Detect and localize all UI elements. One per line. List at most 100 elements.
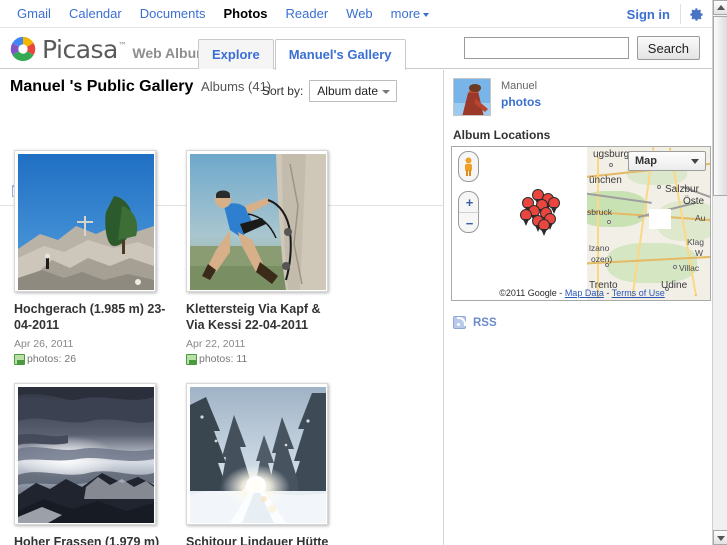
- map-attribution-copyright: ©2011 Google -: [499, 288, 565, 298]
- map-marker-tip: [541, 229, 547, 236]
- chevron-up-icon: [717, 5, 725, 10]
- album-grid: Hochgerach (1.985 m) 23-04-2011 Apr 26, 2…: [14, 150, 434, 545]
- map-city-label: lzano: [589, 243, 610, 253]
- album-photo-count: photos: 11: [186, 353, 344, 365]
- google-link-documents[interactable]: Documents: [131, 0, 215, 28]
- map-city-label: Au: [695, 213, 706, 223]
- map-city-label: Salzbur: [665, 184, 699, 195]
- tab-manuel-s-gallery[interactable]: Manuel's Gallery: [274, 39, 406, 70]
- settings-gear-button[interactable]: [680, 4, 712, 24]
- mountain-summit-cross-image: [18, 154, 154, 290]
- album-locations-heading: Album Locations: [453, 128, 551, 142]
- search-area: Search: [463, 36, 700, 60]
- gallery-tabs: Explore Manuel's Gallery: [198, 38, 407, 70]
- map-data-link[interactable]: Map Data: [565, 288, 604, 298]
- album-item[interactable]: Hochgerach (1.985 m) 23-04-2011 Apr 26, 2…: [14, 150, 172, 365]
- google-link-label: Photos: [223, 6, 268, 21]
- album-title[interactable]: Schitour Lindauer Hütte (1.744 m) 26-12-…: [186, 534, 338, 545]
- album-item[interactable]: Schitour Lindauer Hütte (1.744 m) 26-12-…: [186, 383, 344, 545]
- map-zoom-control: + −: [458, 191, 480, 234]
- map-city-label: Öste: [683, 196, 705, 207]
- album-title[interactable]: Klettersteig Via Kapf & Via Kessi 22-04-…: [186, 301, 338, 333]
- album-item[interactable]: Hoher Frassen (1.979 m) 09-01-2011: [14, 383, 172, 545]
- sort-by-value: Album date: [317, 84, 378, 98]
- map-city-label: Villac: [679, 263, 700, 273]
- user-info: Manuel photos: [501, 80, 541, 109]
- map-terms-link[interactable]: Terms of Use: [612, 288, 665, 298]
- street-view-pegman-control[interactable]: [458, 151, 479, 182]
- map-attribution-separator: -: [603, 288, 612, 298]
- map-zoom-out-button[interactable]: −: [459, 213, 480, 234]
- google-link-calendar[interactable]: Calendar: [60, 0, 131, 28]
- album-locations-map[interactable]: ugsburg ünchen Salzbur Öste sbruck Au lzano oze…: [451, 146, 711, 301]
- album-title[interactable]: Hoher Frassen (1.979 m) 09-01-2011: [14, 534, 166, 545]
- google-link-web[interactable]: Web: [337, 0, 382, 28]
- album-photo-count-label: photos: 11: [199, 353, 248, 365]
- google-navigation-bar: Gmail Calendar Documents Photos Reader Web mor…: [0, 0, 712, 28]
- avatar[interactable]: [453, 78, 491, 116]
- album-thumbnail[interactable]: [186, 150, 328, 292]
- albums-count: Albums (41): [201, 79, 272, 94]
- sign-in-link[interactable]: Sign in: [627, 7, 680, 22]
- map-city-dot: [673, 265, 677, 269]
- album-photo-count: photos: 26: [14, 353, 172, 365]
- google-account-area: Sign in: [627, 0, 712, 28]
- google-link-label: Calendar: [68, 6, 122, 21]
- scroll-up-button[interactable]: [713, 0, 727, 15]
- page-content: Manuel 's Public Gallery Albums (41) Sor…: [0, 70, 712, 545]
- map-location-markers[interactable]: [518, 189, 564, 237]
- map-zoom-in-button[interactable]: +: [459, 192, 480, 213]
- user-profile-block: Manuel photos: [453, 78, 541, 116]
- google-link-label: Documents: [139, 6, 206, 21]
- map-city-label: ünchen: [589, 175, 622, 186]
- picasa-header: Picasa™ Web Albums Explore Manuel's Galle…: [0, 29, 712, 70]
- sort-by-select[interactable]: Album date: [309, 80, 397, 102]
- google-link-label: Web: [346, 6, 373, 21]
- google-link-photos[interactable]: Photos: [214, 0, 276, 28]
- search-button[interactable]: Search: [636, 36, 700, 60]
- picasa-logo-block[interactable]: Picasa™ Web Albums: [8, 34, 216, 64]
- scrollbar-thumb[interactable]: [713, 16, 727, 196]
- picasa-wordmark-text: Picasa: [42, 34, 118, 64]
- google-link-label: Reader: [285, 6, 329, 21]
- album-photo-count-label: photos: 26: [27, 353, 77, 365]
- map-city-label: W: [695, 248, 704, 258]
- map-marker-tip: [523, 219, 529, 226]
- search-input[interactable]: [463, 37, 629, 59]
- snowy-forest-path-image: [190, 387, 326, 523]
- gear-icon: [690, 7, 703, 21]
- scroll-down-button[interactable]: [713, 530, 727, 545]
- tab-explore[interactable]: Explore: [198, 39, 274, 69]
- page-title: Manuel 's Public Gallery: [10, 78, 194, 95]
- album-item[interactable]: Klettersteig Via Kapf & Via Kessi 22-04-…: [186, 150, 344, 365]
- page-scrollbar[interactable]: [712, 0, 727, 545]
- map-city-dot: [609, 163, 613, 167]
- map-type-button[interactable]: Map: [628, 151, 706, 171]
- album-thumbnail[interactable]: [14, 383, 156, 525]
- map-city-dot: [657, 185, 661, 189]
- rss-label: RSS: [473, 316, 497, 329]
- album-thumbnail[interactable]: [14, 150, 156, 292]
- rss-feed-link[interactable]: RSS: [453, 316, 497, 329]
- map-attribution: ©2011 Google - Map Data - Terms of Use: [452, 288, 710, 298]
- map-tile-gap: [649, 209, 671, 229]
- chevron-down-icon: [382, 90, 390, 94]
- sort-by-control: Sort by: Album date: [262, 80, 397, 102]
- pegman-icon: [465, 157, 472, 176]
- user-photos-link[interactable]: photos: [501, 95, 541, 109]
- chevron-down-icon: [717, 536, 725, 541]
- google-link-label: more: [390, 6, 421, 21]
- google-link-reader[interactable]: Reader: [277, 0, 338, 28]
- google-service-links: Gmail Calendar Documents Photos Reader Web mor…: [8, 0, 438, 28]
- map-city-label: ugsburg: [593, 149, 630, 160]
- album-thumbnail[interactable]: [186, 383, 328, 525]
- map-marker-pin[interactable]: [520, 209, 532, 226]
- google-link-gmail[interactable]: Gmail: [8, 0, 60, 28]
- chevron-down-icon: [691, 158, 699, 164]
- album-title[interactable]: Hochgerach (1.985 m) 23-04-2011: [14, 301, 166, 333]
- stormy-mountain-sunset-image: [18, 387, 154, 523]
- photo-count-icon: [186, 353, 197, 365]
- google-link-more[interactable]: more: [382, 0, 439, 28]
- map-marker-pin[interactable]: [538, 219, 550, 236]
- map-city-label: Klag: [687, 237, 705, 247]
